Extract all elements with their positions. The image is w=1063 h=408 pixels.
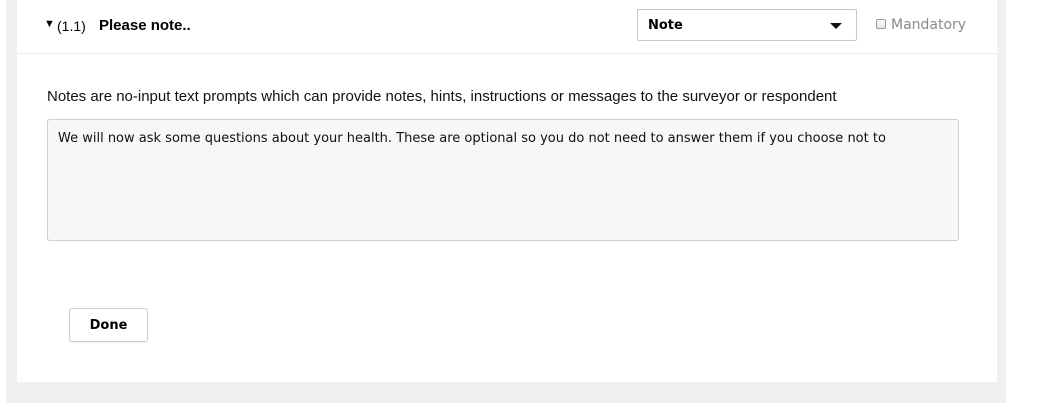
mandatory-checkbox[interactable] — [876, 19, 886, 29]
question-card: ▼ (1.1) Please note.. Note Mandatory Not… — [17, 0, 997, 382]
question-title: Please note.. — [99, 17, 191, 34]
chevron-down-icon — [830, 23, 842, 29]
done-button[interactable]: Done — [69, 308, 148, 342]
question-header: ▼ (1.1) Please note.. Note Mandatory — [17, 0, 997, 54]
note-description: Notes are no-input text prompts which ca… — [47, 88, 837, 105]
question-type-select[interactable]: Note — [637, 9, 857, 41]
page-background: ▼ (1.1) Please note.. Note Mandatory Not… — [6, 0, 1006, 403]
mandatory-label: Mandatory — [891, 17, 967, 33]
question-number: (1.1) — [57, 18, 86, 34]
collapse-toggle-icon[interactable]: ▼ — [44, 17, 55, 31]
question-type-value: Note — [648, 18, 683, 33]
note-text-input[interactable]: We will now ask some questions about you… — [47, 119, 959, 241]
